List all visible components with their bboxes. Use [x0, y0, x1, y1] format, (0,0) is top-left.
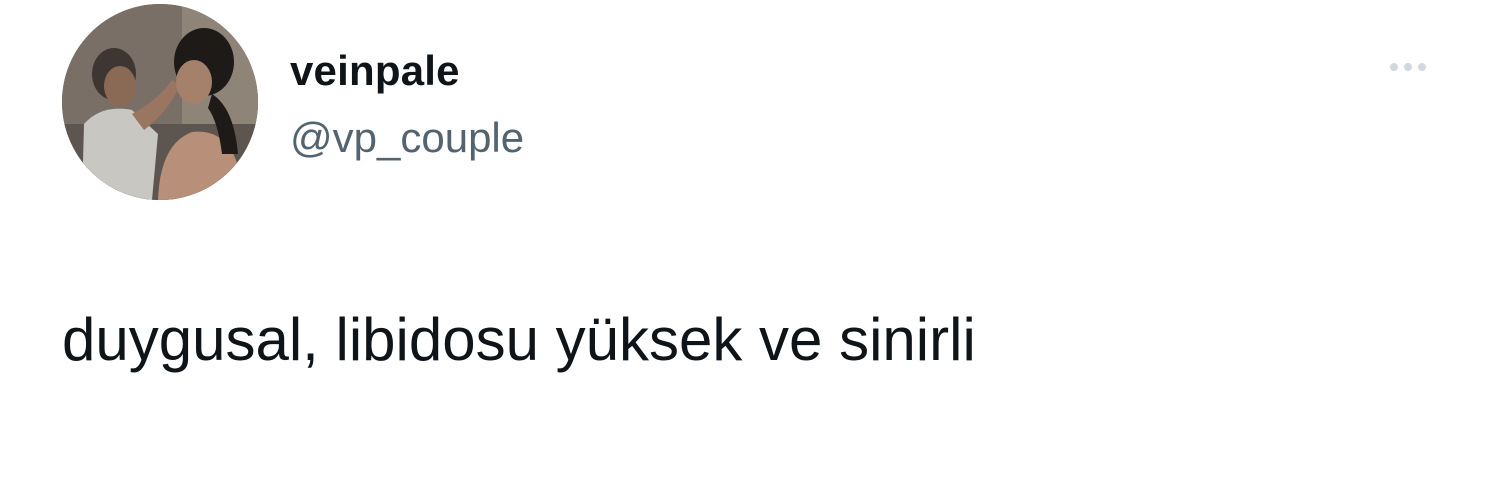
tweet-text: duygusal, libidosu yüksek ve sinirli: [62, 306, 976, 373]
more-horizontal-icon: [1404, 63, 1412, 71]
more-horizontal-icon: [1418, 63, 1426, 71]
tweet-card: veinpale @vp_couple duygusal, libidosu y…: [0, 0, 1500, 500]
avatar-photo: [62, 4, 258, 200]
user-handle[interactable]: @vp_couple: [290, 108, 524, 168]
user-info: veinpale @vp_couple: [290, 42, 524, 168]
more-options-button[interactable]: [1376, 52, 1440, 82]
display-name[interactable]: veinpale: [290, 42, 524, 100]
avatar[interactable]: [62, 4, 258, 200]
more-horizontal-icon: [1390, 63, 1398, 71]
